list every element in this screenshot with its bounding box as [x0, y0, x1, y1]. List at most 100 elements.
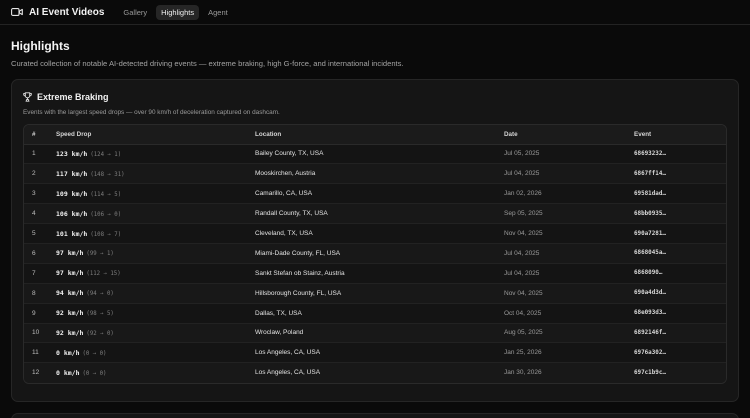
speed-drop-value: 106 km/h: [56, 209, 88, 218]
event-id-link[interactable]: 6867ff14…: [626, 163, 726, 185]
speed-drop-cell: 92 km/h (98 → 5): [48, 303, 247, 324]
speed-drop-value: 0 km/h: [56, 348, 80, 357]
nav-highlights[interactable]: Highlights: [156, 4, 200, 20]
location-cell: Hillsborough County, FL, USA: [247, 283, 496, 304]
speed-drop-cell: 97 km/h (99 → 1): [48, 243, 247, 264]
speed-drop-detail: (0 → 0): [82, 370, 107, 377]
location-cell: Camarillo, CA, USA: [247, 183, 496, 205]
speed-drop-detail: (124 → 1): [90, 151, 122, 158]
speed-drop-cell: 94 km/h (94 → 0): [48, 283, 247, 304]
speed-drop-detail: (148 → 31): [90, 171, 125, 178]
table-row[interactable]: 12 0 km/h (0 → 0) Los Angeles, CA, USA Jan 3…: [24, 362, 726, 383]
speed-drop-cell: 92 km/h (92 → 0): [48, 323, 247, 344]
date-cell: Jan 30, 2026: [504, 369, 542, 377]
event-id-link[interactable]: 68bb0935…: [626, 203, 726, 225]
table-row[interactable]: 4 106 km/h (106 → 0) Randall County, TX, US…: [24, 203, 726, 225]
trophy-icon: [23, 92, 32, 102]
speed-drop-value: 92 km/h: [56, 309, 84, 318]
extreme-braking-card: Extreme Braking Events with the largest …: [11, 79, 739, 402]
app-title: AI Event Videos: [29, 6, 105, 18]
speed-drop-detail: (108 → 7): [90, 231, 122, 238]
row-index: 11: [24, 342, 48, 364]
table-row[interactable]: 9 92 km/h (98 → 5) Dallas, TX, USA Oct 04, 2…: [24, 303, 726, 324]
events-table: # Speed Drop Location Date Event 1 123 km…: [23, 124, 727, 384]
location-cell: Wroclaw, Poland: [247, 323, 496, 344]
table-row[interactable]: 3 109 km/h (114 → 5) Camarillo, CA, USA Jan …: [24, 183, 726, 205]
row-index: 1: [24, 144, 48, 165]
row-index: 8: [24, 283, 48, 304]
date-cell: Oct 04, 2025: [496, 303, 626, 324]
speed-drop-value: 97 km/h: [56, 249, 84, 258]
column-header-date[interactable]: Date: [496, 125, 626, 145]
speed-drop-cell: 101 km/h (108 → 7): [48, 223, 247, 244]
speed-drop-value: 101 km/h: [56, 229, 88, 238]
location-cell: Los Angeles, CA, USA: [247, 342, 496, 364]
event-id-link[interactable]: 69581dad…: [626, 183, 726, 205]
speed-drop-value: 97 km/h: [56, 269, 84, 278]
table-header-row: # Speed Drop Location Date Event: [24, 125, 726, 145]
table-row[interactable]: 7 97 km/h (112 → 15) Sankt Stefan ob Stainz…: [24, 263, 726, 284]
event-id-link[interactable]: 690a4d3d…: [626, 283, 726, 304]
speed-drop-detail: (94 → 0): [86, 291, 114, 298]
section-description: Events with the largest speed drops — ov…: [23, 109, 280, 116]
table-row[interactable]: 11 0 km/h (0 → 0) Los Angeles, CA, USA Jan 2…: [24, 342, 726, 364]
card-header: Extreme Braking: [23, 92, 727, 102]
table-row[interactable]: 6 97 km/h (99 → 1) Miami-Dade County, FL, U…: [24, 243, 726, 264]
speed-drop-detail: (99 → 1): [86, 251, 114, 258]
row-index: 5: [24, 223, 48, 244]
event-id-link[interactable]: 6868090…: [626, 263, 726, 284]
main-nav: Gallery Highlights Agent: [118, 4, 233, 20]
event-id-link[interactable]: 697c1b9c…: [626, 363, 726, 383]
date-cell: Jul 04, 2025: [496, 263, 626, 284]
table-row[interactable]: 2 117 km/h (148 → 31) Mooskirchen, Austria J…: [24, 163, 726, 185]
location-cell: Randall County, TX, USA: [247, 203, 496, 225]
table-row[interactable]: 1 123 km/h (124 → 1) Bailey County, TX, USA…: [24, 144, 726, 165]
row-index: 9: [24, 303, 48, 324]
event-id-link[interactable]: 6976a302…: [626, 342, 726, 364]
speed-drop-value: 92 km/h: [56, 328, 84, 337]
event-id-link[interactable]: 690a7281…: [626, 223, 726, 244]
table-row[interactable]: 5 101 km/h (108 → 7) Cleveland, TX, USA Nov …: [24, 223, 726, 244]
location-cell: Los Angeles, CA, USA: [255, 369, 321, 377]
event-id-link[interactable]: 68693232…: [626, 144, 726, 165]
row-index: 4: [24, 203, 48, 225]
column-header-event[interactable]: Event: [626, 125, 726, 145]
page-title: Highlights: [11, 39, 70, 53]
date-cell: Jan 02, 2026: [496, 183, 626, 205]
speed-drop-cell: 0 km/h (0 → 0): [48, 363, 247, 383]
date-cell: Jul 04, 2025: [496, 163, 626, 185]
speed-drop-cell: 123 km/h (124 → 1): [48, 144, 247, 165]
column-header-location[interactable]: Location: [247, 125, 496, 145]
event-id-link[interactable]: 6892146f…: [626, 323, 726, 344]
location-cell: Sankt Stefan ob Stainz, Austria: [247, 263, 496, 284]
date-cell: Jul 04, 2025: [496, 243, 626, 264]
speed-drop-value: 94 km/h: [56, 289, 84, 298]
section-title: Extreme Braking: [37, 92, 109, 102]
row-index: 2: [24, 163, 48, 185]
speed-drop-detail: (98 → 5): [86, 311, 114, 318]
speed-drop-value: 117 km/h: [56, 169, 88, 178]
location-cell: Miami-Dade County, FL, USA: [247, 243, 496, 264]
table-row[interactable]: 8 94 km/h (94 → 0) Hillsborough County, FL,…: [24, 283, 726, 304]
table-body: 1 123 km/h (124 → 1) Bailey County, TX, USA…: [24, 144, 726, 383]
speed-drop-cell: 106 km/h (106 → 0): [48, 203, 247, 225]
column-header-speed-drop[interactable]: Speed Drop: [48, 125, 247, 145]
brand[interactable]: AI Event Videos: [11, 7, 104, 18]
speed-drop-detail: (114 → 5): [90, 191, 122, 198]
speed-drop-value: 109 km/h: [56, 189, 88, 198]
date-cell: Sep 05, 2025: [496, 203, 626, 225]
speed-drop-cell: 97 km/h (112 → 15): [48, 263, 247, 284]
row-index: 3: [24, 183, 48, 205]
location-cell: Bailey County, TX, USA: [247, 144, 496, 165]
page-subtitle: Curated collection of notable AI-detecte…: [11, 59, 404, 68]
speed-drop-cell: 0 km/h (0 → 0): [48, 342, 247, 364]
table-row[interactable]: 10 92 km/h (92 → 0) Wroclaw, Poland Aug 05, …: [24, 323, 726, 344]
nav-agent[interactable]: Agent: [203, 5, 233, 20]
speed-drop-detail: (112 → 15): [86, 271, 121, 278]
event-id-link[interactable]: 6868045a…: [626, 243, 726, 264]
date-cell: Aug 05, 2025: [496, 323, 626, 344]
nav-gallery[interactable]: Gallery: [118, 5, 152, 20]
location-cell: Cleveland, TX, USA: [247, 223, 496, 244]
speed-drop-cell: 109 km/h (114 → 5): [48, 183, 247, 205]
event-id-link[interactable]: 68e093d3…: [626, 303, 726, 324]
